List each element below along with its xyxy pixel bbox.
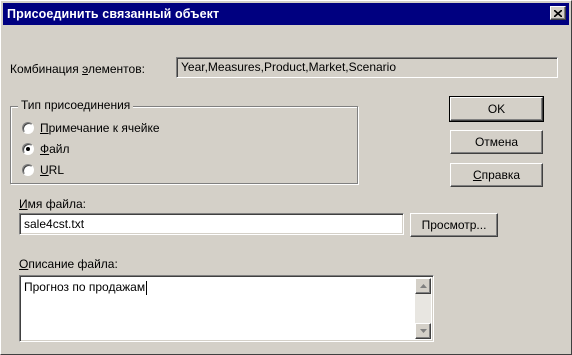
- radio-selected-dot: [26, 147, 30, 151]
- browse-button[interactable]: Просмотр...: [410, 213, 498, 237]
- arrow-down-icon: [419, 329, 427, 333]
- radio-label: URL: [40, 163, 65, 177]
- file-description-text: Прогноз по продажам: [24, 280, 146, 294]
- radio-cell-note[interactable]: Примечание к ячейке: [22, 121, 160, 135]
- attach-type-caption: Тип присоединения: [18, 98, 134, 112]
- radio-button-selected[interactable]: [22, 143, 34, 155]
- file-description-label: Описание файла:: [19, 257, 118, 271]
- combination-field: Year,Measures,Product,Market,Scenario: [176, 57, 558, 78]
- radio-file[interactable]: Файл: [22, 142, 70, 156]
- cancel-button[interactable]: Отмена: [450, 130, 543, 154]
- scroll-up-button[interactable]: [415, 278, 431, 294]
- file-name-label: Имя файла:: [19, 197, 86, 211]
- dialog-title: Присоединить связанный объект: [7, 7, 220, 21]
- close-button[interactable]: [550, 6, 566, 20]
- radio-url[interactable]: URL: [22, 163, 64, 177]
- help-button[interactable]: Справка: [450, 163, 543, 187]
- radio-button[interactable]: [22, 164, 34, 176]
- radio-label: Файл: [40, 142, 70, 156]
- text-caret: [146, 280, 148, 295]
- vertical-scrollbar[interactable]: [415, 278, 431, 339]
- arrow-up-icon: [419, 284, 427, 288]
- close-icon: [554, 9, 562, 17]
- scroll-down-button[interactable]: [415, 323, 431, 339]
- radio-button[interactable]: [22, 122, 34, 134]
- attach-linked-object-dialog: Присоединить связанный объект Комбинация…: [0, 0, 572, 355]
- combination-label: Комбинация элементов:: [10, 62, 145, 76]
- file-name-input[interactable]: sale4cst.txt: [19, 213, 404, 235]
- radio-label: Примечание к ячейке: [40, 121, 160, 135]
- ok-button[interactable]: OK: [449, 96, 544, 122]
- title-bar[interactable]: Присоединить связанный объект: [3, 3, 569, 25]
- file-description-textarea[interactable]: Прогноз по продажам: [19, 275, 434, 342]
